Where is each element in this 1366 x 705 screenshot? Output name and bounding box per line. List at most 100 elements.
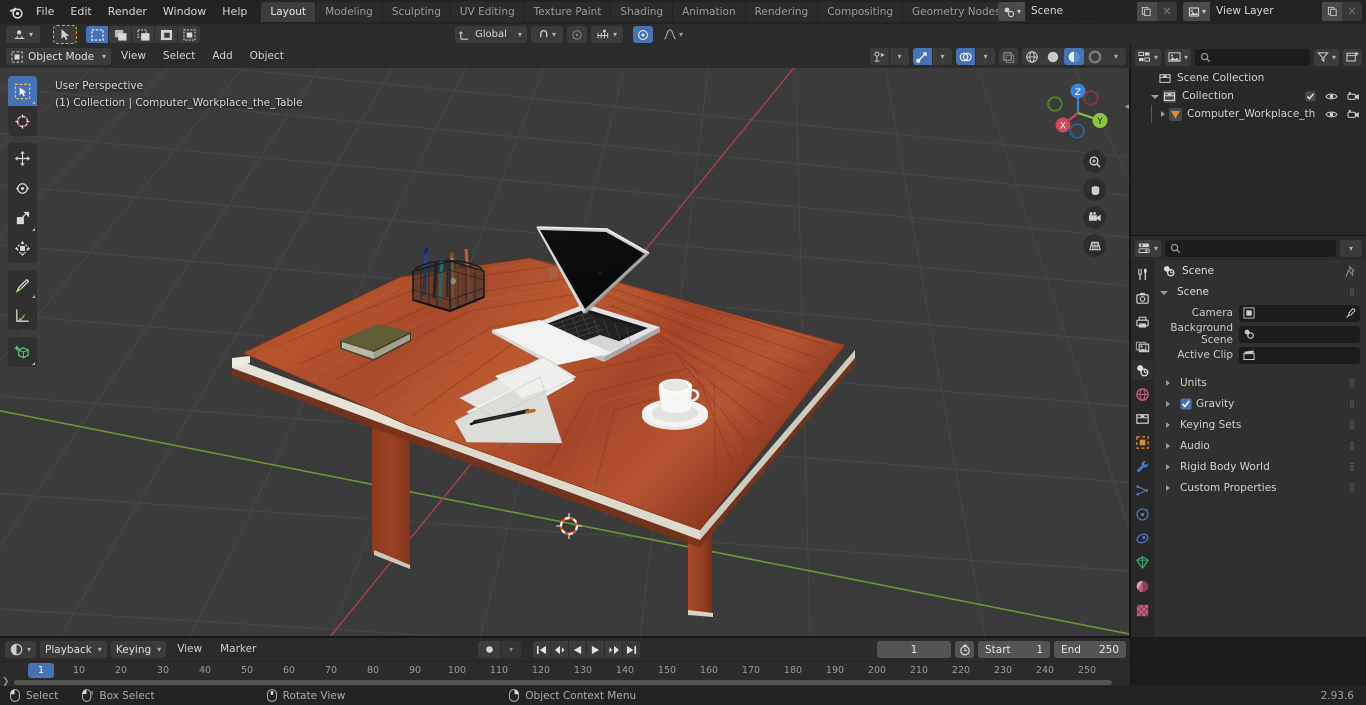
tool-cursor[interactable] [8,106,37,136]
pin-icon[interactable] [1345,264,1358,278]
properties-panel-gravity[interactable]: Gravity ⣿ [1154,393,1366,414]
new-viewlayer-button[interactable] [1322,2,1342,21]
properties-tab-render[interactable] [1132,288,1153,308]
disclosure-triangle-closed-icon[interactable] [1166,442,1170,449]
viewport-menu-object[interactable]: Object [243,48,291,65]
properties-tab-world[interactable] [1132,384,1153,404]
object-types-visibility-button[interactable] [870,48,889,65]
select-set-button[interactable] [86,26,108,43]
properties-tab-object[interactable] [1132,432,1153,452]
snap-toggle-button[interactable]: ▾ [531,26,563,43]
timeline-menu-view[interactable]: View [170,641,209,658]
tool-scale[interactable] [8,203,37,233]
drag-handle-dots[interactable]: ⣿ [1349,483,1359,491]
show-overlays-button[interactable] [956,48,975,65]
interaction-mode-dropdown[interactable]: Object Mode ▾ [6,48,111,65]
navigation-gizmo[interactable]: Z Y X [1042,76,1112,146]
tool-add-cube[interactable] [8,337,37,367]
outliner-editor[interactable]: ▾ ▾ ▾ Scene Collection Collection Comput… [1131,45,1366,235]
workspace-tab-texture-paint[interactable]: Texture Paint [524,2,611,22]
proportional-edit-toggle[interactable] [633,26,653,43]
properties-tab-particles[interactable] [1132,480,1153,500]
toggle-perspective-button[interactable] [1083,234,1106,257]
properties-options-dropdown[interactable]: ▾ [1340,239,1362,257]
workspace-tab-sculpting[interactable]: Sculpting [382,2,450,22]
disclosure-triangle-closed-icon[interactable] [1166,463,1170,470]
shading-rendered-button[interactable] [1085,48,1105,65]
timeline-horizontal-scrollbar[interactable] [14,680,1112,685]
jump-to-end-button[interactable] [623,641,640,658]
transform-orientation-dropdown[interactable]: Global ▾ [455,26,527,43]
gizmo-dropdown[interactable]: ▾ [933,48,952,65]
end-frame-field[interactable]: End 250 [1054,641,1126,658]
object-visibility-dropdown[interactable]: ▾ [890,48,909,65]
properties-tab-modifiers[interactable] [1132,456,1153,476]
3d-viewport[interactable]: Object Mode ▾ View Select Add Object ▾ ▾… [0,45,1130,637]
properties-tab-constraints[interactable] [1132,528,1153,548]
disclosure-triangle-closed-icon[interactable] [1166,400,1170,407]
outliner-row-object[interactable]: Computer_Workplace_th [1131,105,1366,123]
menu-edit[interactable]: Edit [62,2,99,22]
eye-icon[interactable] [1325,91,1338,102]
viewport-sidebar-toggle[interactable]: ◂ [1124,102,1129,112]
timeline-playhead[interactable]: 1 [28,663,54,678]
menu-window[interactable]: Window [155,2,214,22]
outliner-search-field[interactable] [1195,48,1310,66]
pan-view-button[interactable] [1083,178,1106,201]
drag-handle-dots[interactable]: ⣿ [1349,441,1359,449]
scene-browse-button[interactable]: ▾ [997,2,1025,21]
camera-view-button[interactable] [1083,206,1106,229]
tool-move[interactable] [8,143,37,173]
workspace-tab-geometry-nodes[interactable]: Geometry Nodes [903,2,1010,22]
menu-file[interactable]: File [28,2,62,22]
play-reverse-button[interactable] [569,641,586,658]
outliner-row-collection[interactable]: Collection [1131,87,1366,105]
properties-panel-custom-properties[interactable]: Custom Properties ⣿ [1154,477,1366,498]
select-subtract-button[interactable] [132,26,154,43]
current-frame-field[interactable]: 1 [877,641,951,658]
disclosure-triangle-open-icon[interactable] [1160,291,1168,295]
properties-tab-physics[interactable] [1132,504,1153,524]
viewlayer-browse-button[interactable]: ▾ [1182,2,1210,21]
camera-icon[interactable] [1347,109,1360,120]
select-invert-button[interactable] [155,26,177,43]
properties-panel-audio[interactable]: Audio ⣿ [1154,435,1366,456]
workspace-tab-rendering[interactable]: Rendering [745,2,818,22]
timeline-keying-dropdown[interactable]: Keying ▾ [110,641,167,658]
drag-handle-dots[interactable]: ⣿ [1349,288,1359,296]
falloff-dropdown[interactable]: ▾ [657,26,689,43]
auto-keying-button[interactable] [478,641,500,658]
timeline-editor-type-button[interactable]: ▾ [5,641,37,658]
tool-measure[interactable] [8,300,37,330]
start-frame-field[interactable]: Start 1 [978,641,1050,658]
timeline-menu-marker[interactable]: Marker [213,641,263,658]
menu-render[interactable]: Render [100,2,155,22]
properties-editor[interactable]: ▾ ▾ Scene Scene ⣿ Camera Background Scen… [1131,236,1366,637]
background-scene-field[interactable] [1239,325,1360,343]
mode-icon-button[interactable]: ▾ [6,26,40,43]
drag-handle-dots[interactable]: ⣿ [1349,462,1359,470]
properties-tab-view-layer[interactable] [1132,336,1153,356]
proportional-editing-button[interactable] [567,26,587,43]
properties-panel-scene-header[interactable]: Scene ⣿ [1154,282,1366,302]
tool-transform[interactable] [8,233,37,263]
disclosure-triangle-open-icon[interactable] [1151,95,1159,99]
camera-icon[interactable] [1347,91,1360,102]
next-keyframe-button[interactable] [605,641,622,658]
viewport-menu-view[interactable]: View [114,48,153,65]
outliner-display-mode-dropdown[interactable]: ▾ [1135,48,1162,66]
active-clip-field[interactable] [1239,346,1360,364]
viewport-menu-select[interactable]: Select [156,48,202,65]
properties-tab-output[interactable] [1132,312,1153,332]
timeline-editor[interactable]: ▾ Playback ▾ Keying ▾ View Marker ▾ 1 St… [0,638,1130,687]
menu-help[interactable]: Help [214,2,255,22]
remove-scene-button[interactable]: ✕ [1156,2,1177,21]
tool-annotate[interactable] [8,270,37,300]
properties-tab-material[interactable] [1132,576,1153,596]
timeline-playback-dropdown[interactable]: Playback ▾ [40,641,107,658]
disclosure-triangle-closed-icon[interactable] [1166,421,1170,428]
workspace-tab-compositing[interactable]: Compositing [818,2,903,22]
viewlayer-name-field[interactable]: View Layer [1210,2,1322,21]
use-preview-range-button[interactable] [955,641,974,658]
shading-material-preview-button[interactable] [1064,48,1084,65]
